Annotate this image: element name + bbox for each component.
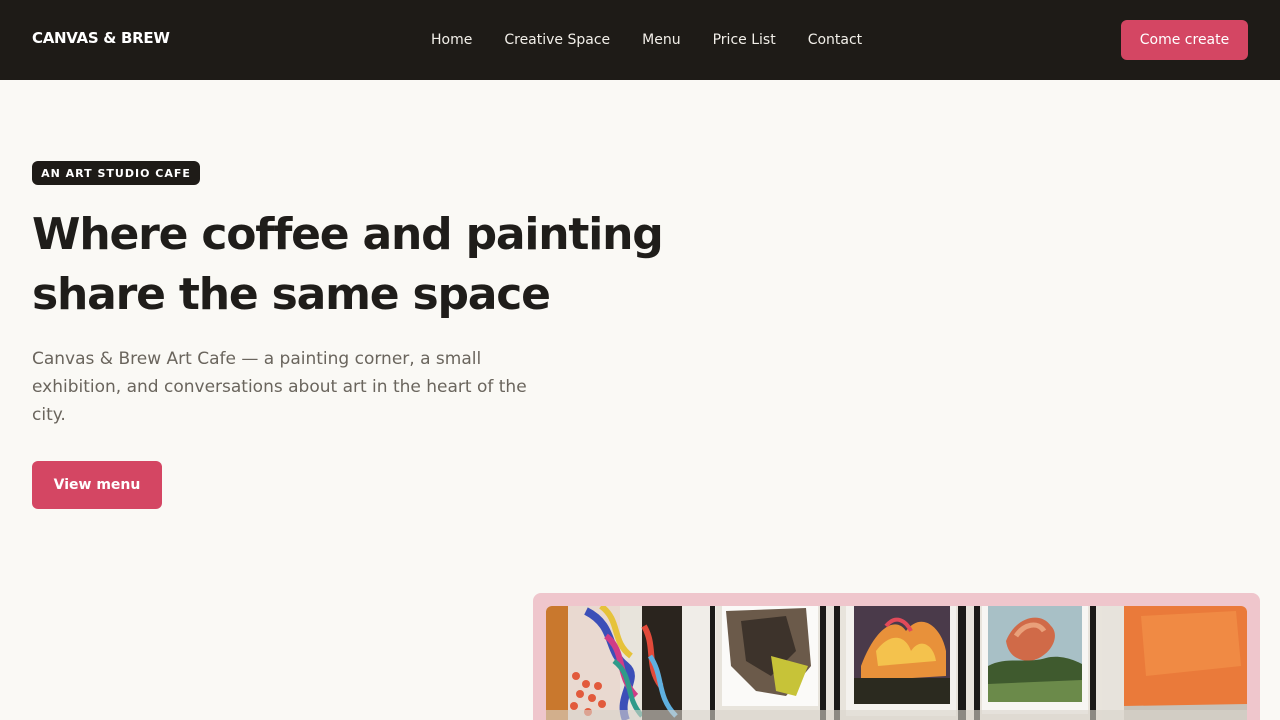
top-navbar: CANVAS & BREW Home Creative Space Menu P… [0,0,1280,80]
view-menu-button[interactable]: View menu [32,461,162,509]
main-nav: Home Creative Space Menu Price List Cont… [415,30,878,50]
hero-title: Where coffee and painting share the same… [32,209,664,320]
hero-subtitle: Canvas & Brew Art Cafe — a painting corn… [32,349,527,425]
art-wall-image [546,606,1247,720]
nav-link-home[interactable]: Home [415,30,488,50]
nav-link-contact[interactable]: Contact [792,30,878,50]
hero-badge: AN ART STUDIO CAFE [32,161,200,185]
gallery-photo [546,606,1247,720]
come-create-button[interactable]: Come create [1121,20,1248,60]
brand-logo[interactable]: CANVAS & BREW [32,29,170,47]
nav-link-menu[interactable]: Menu [626,30,696,50]
nav-link-price-list[interactable]: Price List [697,30,792,50]
nav-link-creative-space[interactable]: Creative Space [488,30,626,50]
